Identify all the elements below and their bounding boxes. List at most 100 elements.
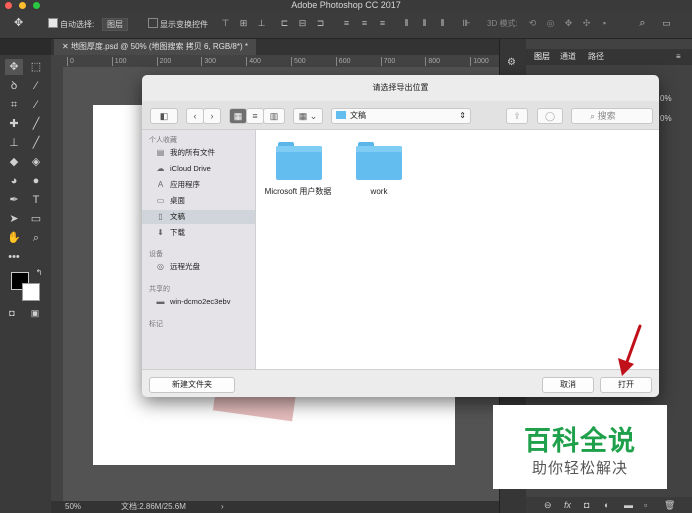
move-tool-icon[interactable]: ✥ [5,59,23,75]
sidebar-item-downloads[interactable]: ⬇ 下载 [142,226,255,240]
auto-select-dropdown[interactable]: 图层 [102,18,128,31]
sidebar-item-icloud[interactable]: ☁ iCloud Drive [142,162,255,176]
open-button[interactable]: 打开 [600,377,652,393]
folder-icon[interactable] [276,142,322,180]
zoom-level[interactable]: 50% [65,501,81,513]
magic-wand-tool-icon[interactable]: ⁄ [27,78,45,94]
folder-name-work[interactable]: work [334,186,424,197]
adjustment-layer-icon[interactable]: ◐ [604,497,609,513]
hand-tool-icon[interactable]: ✋ [5,230,23,246]
3d-slide-icon[interactable]: ✣ [582,19,591,28]
list-view-icon[interactable]: ≡ [246,108,264,124]
checkbox-checked-icon[interactable] [48,18,58,28]
sidebar-item-all-files[interactable]: ▤ 我的所有文件 [142,146,255,160]
tab-layers[interactable]: 图层 [534,49,550,65]
link-layers-icon[interactable]: ⊖ [544,497,552,513]
new-folder-button[interactable]: 新建文件夹 [149,377,235,393]
zoom-tool-icon[interactable]: ⌕ [27,230,45,246]
minimize-window-icon[interactable] [19,2,26,9]
history-brush-tool-icon[interactable]: ╱ [27,135,45,151]
lasso-tool-icon[interactable]: ꝺ [5,78,23,94]
forward-button[interactable]: › [203,108,221,124]
panel-menu-icon[interactable]: ≡ [676,49,681,65]
screen-mode-icon[interactable]: ▣ [26,305,44,321]
auto-select-checkbox[interactable]: 自动选择: [48,18,94,30]
distribute-top-icon[interactable]: ≡ [342,19,351,28]
dodge-tool-icon[interactable]: ● [27,173,45,189]
folder-name-microsoft[interactable]: Microsoft 用户数据 [253,186,343,197]
marquee-tool-icon[interactable]: ⬚ [27,59,45,75]
move-tool-icon[interactable]: ✥ [14,16,23,29]
tab-channels[interactable]: 通道 [560,49,576,65]
brush-tool-icon[interactable]: ╱ [27,116,45,132]
cancel-button[interactable]: 取消 [542,377,594,393]
properties-panel-icon[interactable]: ⚙ [507,57,519,69]
back-button[interactable]: ‹ [186,108,204,124]
distribute-vcenter-icon[interactable]: ≡ [360,19,369,28]
background-color-swatch[interactable] [22,283,40,301]
align-hcenter-icon[interactable]: ⊟ [298,19,307,28]
search-icon[interactable]: ⌕ [638,18,647,29]
sidebar-item-remote-disc[interactable]: ◎ 远程光盘 [142,260,255,274]
sidebar-item-applications[interactable]: A 应用程序 [142,178,255,192]
rectangle-tool-icon[interactable]: ▭ [27,211,45,227]
show-transform-checkbox[interactable]: 显示变换控件 [148,18,208,30]
new-group-icon[interactable]: ▬ [624,497,633,513]
align-top-icon[interactable]: ⊤ [221,19,230,28]
close-tab-icon[interactable]: ✕ [62,42,71,51]
sidebar-item-shared-computer[interactable]: ▬ win-dcmo2ec3ebv [142,295,255,309]
path-selection-tool-icon[interactable]: ➤ [5,211,23,227]
distribute-bottom-icon[interactable]: ≡ [378,19,387,28]
crop-tool-icon[interactable]: ⌗ [5,97,23,113]
auto-align-icon[interactable]: ⊪ [462,19,471,28]
icon-view-icon[interactable]: ▦ [229,108,247,124]
search-field[interactable]: ⌕ 搜索 [571,108,653,124]
layer-style-icon[interactable]: fx [564,497,571,513]
sidebar-item-desktop[interactable]: ▭ 桌面 [142,194,255,208]
healing-brush-tool-icon[interactable]: ✚ [5,116,23,132]
tag-icon[interactable]: ◯ [537,108,563,124]
distribute-hcenter-icon[interactable]: ⫴ [420,19,429,28]
tab-paths[interactable]: 路径 [588,49,604,65]
3d-orbit-icon[interactable]: ⟲ [528,19,537,28]
pen-tool-icon[interactable]: ✒ [5,192,23,208]
maximize-window-icon[interactable] [33,2,40,9]
eyedropper-tool-icon[interactable]: ⁄ [27,97,45,113]
blur-tool-icon[interactable]: ◕ [5,173,23,189]
share-icon[interactable]: ⇪ [506,108,528,124]
clone-stamp-tool-icon[interactable]: ⊥ [5,135,23,151]
align-right-icon[interactable]: ⊐ [316,19,325,28]
folder-icon[interactable] [356,142,402,180]
more-tools-icon[interactable]: ••• [5,249,23,265]
document-tab[interactable]: ✕ 地图厚度.psd @ 50% (地图搜索 拷贝 6, RGB/8*) * [54,39,256,55]
status-expand-icon[interactable]: › [221,501,224,513]
align-bottom-icon[interactable]: ⊥ [257,19,266,28]
fill-value[interactable]: 0% [660,114,672,123]
opacity-value[interactable]: 0% [660,94,672,103]
layer-mask-icon[interactable]: ◘ [584,497,589,513]
paint-bucket-tool-icon[interactable]: ◈ [27,154,45,170]
distribute-left-icon[interactable]: ⫴ [402,19,411,28]
3d-scale-icon[interactable]: ▪ [600,19,609,28]
checkbox-unchecked-icon[interactable] [148,18,158,28]
new-layer-icon[interactable]: ▫ [644,497,647,513]
sidebar-toggle-icon[interactable]: ◧ [150,108,178,124]
distribute-right-icon[interactable]: ⫴ [438,19,447,28]
eraser-tool-icon[interactable]: ◆ [5,154,23,170]
3d-roll-icon[interactable]: ◎ [546,19,555,28]
swap-colors-icon[interactable]: ↰ [30,265,48,281]
quick-mask-icon[interactable]: ◘ [3,305,21,321]
delete-layer-icon[interactable]: 🗑 [664,497,675,513]
location-dropdown[interactable]: 文稿 ⇕ [331,108,471,124]
3d-pan-icon[interactable]: ✥ [564,19,573,28]
group-by-icon[interactable]: ▦ ⌄ [293,108,323,124]
close-window-icon[interactable] [5,2,12,9]
align-left-icon[interactable]: ⊏ [280,19,289,28]
type-tool-icon[interactable]: T [27,192,45,208]
workspace-icon[interactable]: ▭ [662,19,671,28]
ruler-tick-label: 500 [291,57,306,66]
location-value: 文稿 [350,111,366,120]
sidebar-item-documents[interactable]: ▯ 文稿 [142,210,255,224]
align-vcenter-icon[interactable]: ⊞ [239,19,248,28]
column-view-icon[interactable]: ▥ [263,108,285,124]
